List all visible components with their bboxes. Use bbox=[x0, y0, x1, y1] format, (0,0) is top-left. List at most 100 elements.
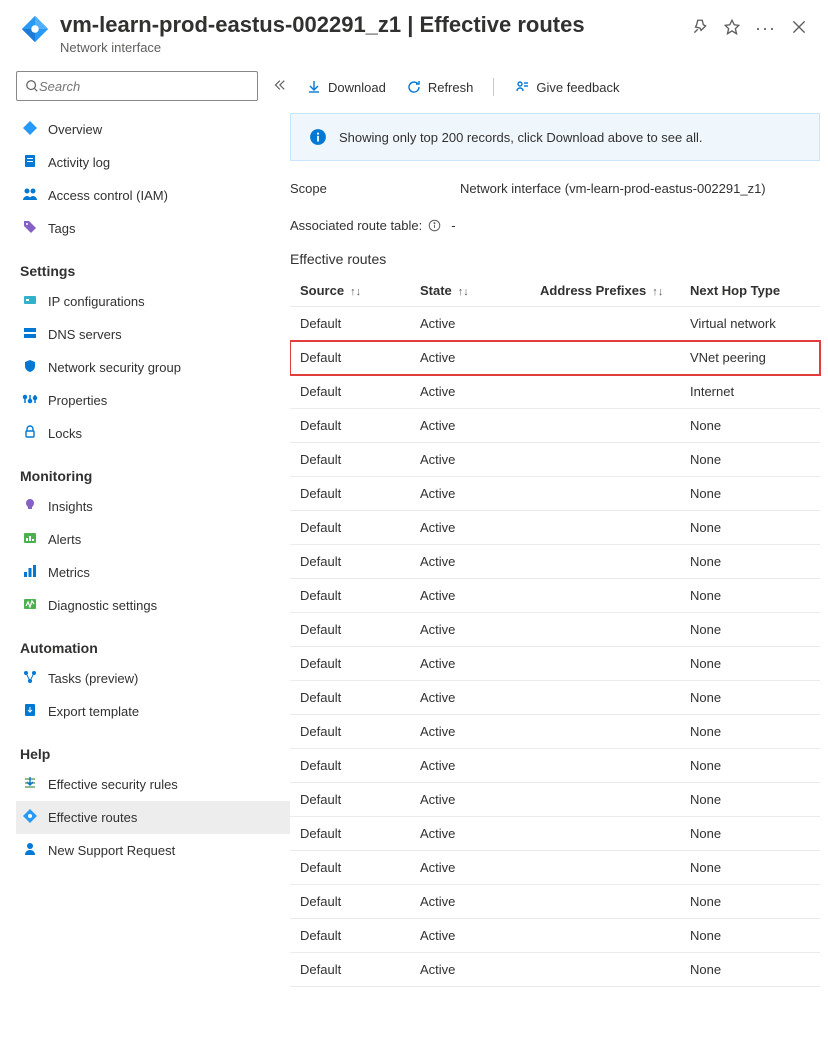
table-row[interactable]: DefaultActiveNone bbox=[290, 579, 820, 613]
cell-prefix bbox=[530, 579, 680, 613]
sidebar-item-metrics[interactable]: Metrics bbox=[16, 556, 290, 589]
cell-state: Active bbox=[410, 953, 530, 987]
search-input[interactable] bbox=[39, 79, 249, 94]
table-row[interactable]: DefaultActiveVNet peering bbox=[290, 341, 820, 375]
sidebar-item-locks[interactable]: Locks bbox=[16, 417, 290, 450]
sidebar-item-new-support-request[interactable]: New Support Request bbox=[16, 834, 290, 867]
sort-icon: ↑↓ bbox=[350, 286, 361, 298]
cell-prefix bbox=[530, 511, 680, 545]
table-row[interactable]: DefaultActiveInternet bbox=[290, 375, 820, 409]
sidebar-item-label: Effective routes bbox=[48, 810, 137, 825]
cell-prefix bbox=[530, 749, 680, 783]
column-state[interactable]: State↑↓ bbox=[410, 275, 530, 307]
cell-prefix bbox=[530, 885, 680, 919]
sidebar-item-dns-servers[interactable]: DNS servers bbox=[16, 318, 290, 351]
cell-state: Active bbox=[410, 579, 530, 613]
sidebar-item-properties[interactable]: Properties bbox=[16, 384, 290, 417]
table-row[interactable]: DefaultActiveNone bbox=[290, 919, 820, 953]
locks-icon bbox=[22, 424, 38, 443]
sidebar-item-ip-configurations[interactable]: IP configurations bbox=[16, 285, 290, 318]
sidebar-item-label: Effective security rules bbox=[48, 777, 178, 792]
column-source[interactable]: Source↑↓ bbox=[290, 275, 410, 307]
sidebar-item-nsg[interactable]: Network security group bbox=[16, 351, 290, 384]
cell-state: Active bbox=[410, 409, 530, 443]
effective-routes-title: Effective routes bbox=[290, 251, 820, 267]
pin-icon[interactable] bbox=[691, 18, 709, 39]
table-row[interactable]: DefaultActiveNone bbox=[290, 953, 820, 987]
column-address-prefixes[interactable]: Address Prefixes↑↓ bbox=[530, 275, 680, 307]
table-row[interactable]: DefaultActiveNone bbox=[290, 613, 820, 647]
sidebar-item-tasks[interactable]: Tasks (preview) bbox=[16, 662, 290, 695]
table-row[interactable]: DefaultActiveNone bbox=[290, 647, 820, 681]
sidebar-item-export-template[interactable]: Export template bbox=[16, 695, 290, 728]
table-row[interactable]: DefaultActiveNone bbox=[290, 783, 820, 817]
more-icon[interactable]: ··· bbox=[755, 18, 776, 39]
cell-prefix bbox=[530, 851, 680, 885]
cell-prefix bbox=[530, 783, 680, 817]
cell-nexthop: VNet peering bbox=[680, 341, 820, 375]
sidebar-item-label: Activity log bbox=[48, 155, 110, 170]
cell-source: Default bbox=[290, 341, 410, 375]
sidebar-item-access-control[interactable]: Access control (IAM) bbox=[16, 179, 290, 212]
feedback-button[interactable]: Give feedback bbox=[508, 75, 625, 99]
metrics-icon bbox=[22, 563, 38, 582]
download-button[interactable]: Download bbox=[300, 75, 392, 99]
cell-source: Default bbox=[290, 749, 410, 783]
info-outline-icon[interactable] bbox=[428, 219, 441, 232]
download-icon bbox=[306, 79, 322, 95]
cell-source: Default bbox=[290, 817, 410, 851]
refresh-button[interactable]: Refresh bbox=[400, 75, 480, 99]
sidebar-item-activity-log[interactable]: Activity log bbox=[16, 146, 290, 179]
collapse-sidebar-icon[interactable] bbox=[268, 74, 290, 99]
sidebar-search[interactable] bbox=[16, 71, 258, 101]
table-row[interactable]: DefaultActiveNone bbox=[290, 545, 820, 579]
table-row[interactable]: DefaultActiveNone bbox=[290, 511, 820, 545]
table-row[interactable]: DefaultActiveNone bbox=[290, 477, 820, 511]
dns-servers-icon bbox=[22, 325, 38, 344]
sidebar-item-effective-routes[interactable]: Effective routes bbox=[16, 801, 290, 834]
cell-prefix bbox=[530, 341, 680, 375]
sidebar-item-insights[interactable]: Insights bbox=[16, 490, 290, 523]
cell-nexthop: Internet bbox=[680, 375, 820, 409]
sidebar-item-alerts[interactable]: Alerts bbox=[16, 523, 290, 556]
cell-nexthop: None bbox=[680, 681, 820, 715]
resource-name: vm-learn-prod-eastus-002291_z1 bbox=[60, 12, 401, 37]
sidebar-item-effective-security-rules[interactable]: Effective security rules bbox=[16, 768, 290, 801]
sidebar-item-label: Network security group bbox=[48, 360, 181, 375]
cell-state: Active bbox=[410, 749, 530, 783]
column-next-hop-type[interactable]: Next Hop Type bbox=[680, 275, 820, 307]
banner-text: Showing only top 200 records, click Down… bbox=[339, 130, 703, 145]
table-row[interactable]: DefaultActiveNone bbox=[290, 885, 820, 919]
refresh-icon bbox=[406, 79, 422, 95]
associated-route-table-label: Associated route table: bbox=[290, 218, 422, 233]
cell-nexthop: None bbox=[680, 851, 820, 885]
table-row[interactable]: DefaultActiveVirtual network bbox=[290, 307, 820, 341]
cell-nexthop: None bbox=[680, 817, 820, 851]
cell-source: Default bbox=[290, 681, 410, 715]
table-row[interactable]: DefaultActiveNone bbox=[290, 409, 820, 443]
sidebar-item-label: Tasks (preview) bbox=[48, 671, 138, 686]
cell-nexthop: None bbox=[680, 953, 820, 987]
table-row[interactable]: DefaultActiveNone bbox=[290, 443, 820, 477]
cell-prefix bbox=[530, 817, 680, 851]
cell-prefix bbox=[530, 409, 680, 443]
sidebar-item-tags[interactable]: Tags bbox=[16, 212, 290, 245]
sidebar-item-label: DNS servers bbox=[48, 327, 122, 342]
sidebar-item-overview[interactable]: Overview bbox=[16, 113, 290, 146]
cell-state: Active bbox=[410, 885, 530, 919]
table-row[interactable]: DefaultActiveNone bbox=[290, 715, 820, 749]
sidebar-item-label: Alerts bbox=[48, 532, 81, 547]
cell-source: Default bbox=[290, 375, 410, 409]
tasks-icon bbox=[22, 669, 38, 688]
table-row[interactable]: DefaultActiveNone bbox=[290, 749, 820, 783]
table-row[interactable]: DefaultActiveNone bbox=[290, 681, 820, 715]
section-monitoring: Monitoring bbox=[20, 468, 290, 484]
close-icon[interactable] bbox=[790, 18, 808, 39]
search-icon bbox=[25, 79, 39, 93]
cell-state: Active bbox=[410, 715, 530, 749]
sidebar-item-diagnostic[interactable]: Diagnostic settings bbox=[16, 589, 290, 622]
favorite-icon[interactable] bbox=[723, 18, 741, 39]
table-row[interactable]: DefaultActiveNone bbox=[290, 817, 820, 851]
cell-state: Active bbox=[410, 307, 530, 341]
table-row[interactable]: DefaultActiveNone bbox=[290, 851, 820, 885]
